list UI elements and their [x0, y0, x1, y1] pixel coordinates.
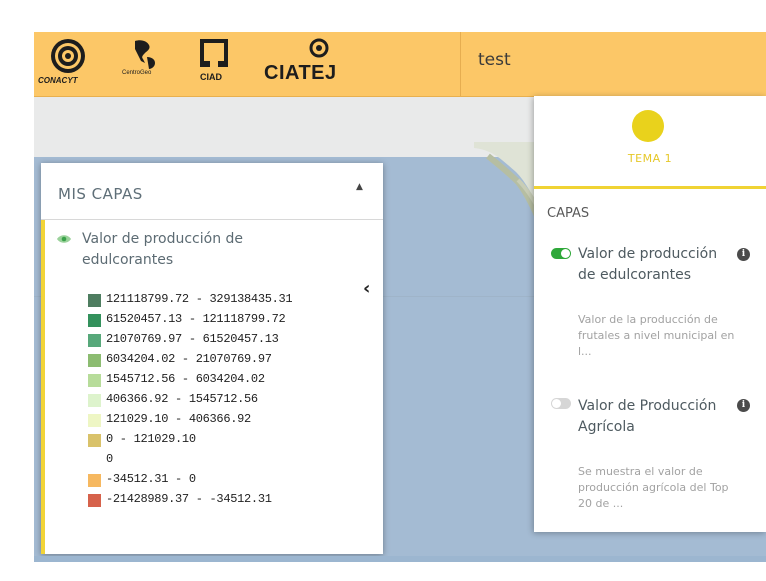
- layer-item-name: Valor de Producción Agrícola: [578, 398, 717, 435]
- conacyt-seal-icon: [51, 39, 85, 73]
- app-title: test: [478, 50, 511, 70]
- layers-panel-header[interactable]: MIS CAPAS ▲: [41, 163, 383, 220]
- legend-range-label: -34512.31 - 0: [106, 472, 196, 486]
- eye-icon[interactable]: [57, 234, 71, 244]
- theme-label[interactable]: TEMA 1: [534, 152, 766, 165]
- chevron-left-icon[interactable]: ‹: [363, 278, 370, 299]
- app-header: CONACYT CentroGeo CIAD CIATEJ test: [34, 32, 766, 97]
- legend-swatch: [88, 354, 101, 367]
- layers-section-label: CAPAS: [547, 206, 590, 221]
- info-icon[interactable]: i: [737, 399, 750, 412]
- layer-item-description: Valor de la producción de frutales a niv…: [578, 313, 735, 358]
- legend-swatch: [88, 374, 101, 387]
- legend-swatch: [88, 294, 101, 307]
- ciatej-logo-text: CIATEJ: [264, 62, 337, 84]
- legend-range-label: 0: [106, 452, 113, 466]
- legend-range-label: 6034204.02 - 21070769.97: [106, 352, 272, 366]
- conacyt-logo-text: CONACYT: [38, 76, 78, 85]
- header-divider: [460, 32, 461, 96]
- ciad-logo-text: CIAD: [200, 72, 222, 82]
- layer-name: Valor de producción de edulcorantes: [82, 231, 244, 268]
- legend-range-label: 1545712.56 - 6034204.02: [106, 372, 265, 386]
- layers-panel-body: Valor de producción de edulcorantes ‹ 12…: [41, 220, 383, 554]
- legend-swatch: [88, 494, 101, 507]
- theme-panel: TEMA 1 CAPAS Valor de producción de edul…: [534, 96, 766, 532]
- legend-swatch: [88, 314, 101, 327]
- legend-swatch: [88, 474, 101, 487]
- ciad-frame-icon: [200, 39, 228, 67]
- my-layers-panel: MIS CAPAS ▲ Valor de producción de edulc…: [41, 163, 383, 554]
- legend-range-label: 121029.10 - 406366.92: [106, 412, 251, 426]
- layer-toggle-agricola[interactable]: [551, 398, 571, 409]
- legend-range-label: -21428989.37 - -34512.31: [106, 492, 272, 506]
- info-icon[interactable]: i: [737, 248, 750, 261]
- legend-swatch: [88, 334, 101, 347]
- app-frame: CONACYT CentroGeo CIAD CIATEJ test MIS C…: [34, 32, 766, 562]
- layer-item-description: Se muestra el valor de producción agríco…: [578, 465, 729, 510]
- legend-swatch: [88, 434, 101, 447]
- theme-color-dot[interactable]: [632, 110, 664, 142]
- ciatej-eye-icon: [309, 38, 329, 58]
- legend-range-label: 61520457.13 - 121118799.72: [106, 312, 286, 326]
- caret-up-icon[interactable]: ▲: [356, 182, 363, 192]
- theme-tab-underline: [534, 186, 766, 189]
- map-bottom-edge: [34, 556, 766, 562]
- legend-range-label: 0 - 121029.10: [106, 432, 196, 446]
- layers-panel-title: MIS CAPAS: [58, 185, 143, 203]
- centrogeo-americas-icon: [135, 40, 155, 69]
- legend-swatch: [88, 394, 101, 407]
- layer-item-name: Valor de producción de edulcorantes: [578, 246, 718, 283]
- layer-toggle-edulcorantes[interactable]: [551, 248, 571, 259]
- legend-range-label: 21070769.97 - 61520457.13: [106, 332, 279, 346]
- legend-range-label: 121118799.72 - 329138435.31: [106, 292, 293, 306]
- legend-swatch: [88, 414, 101, 427]
- centrogeo-logo-text: CentroGeo: [122, 70, 152, 76]
- legend-range-label: 406366.92 - 1545712.56: [106, 392, 258, 406]
